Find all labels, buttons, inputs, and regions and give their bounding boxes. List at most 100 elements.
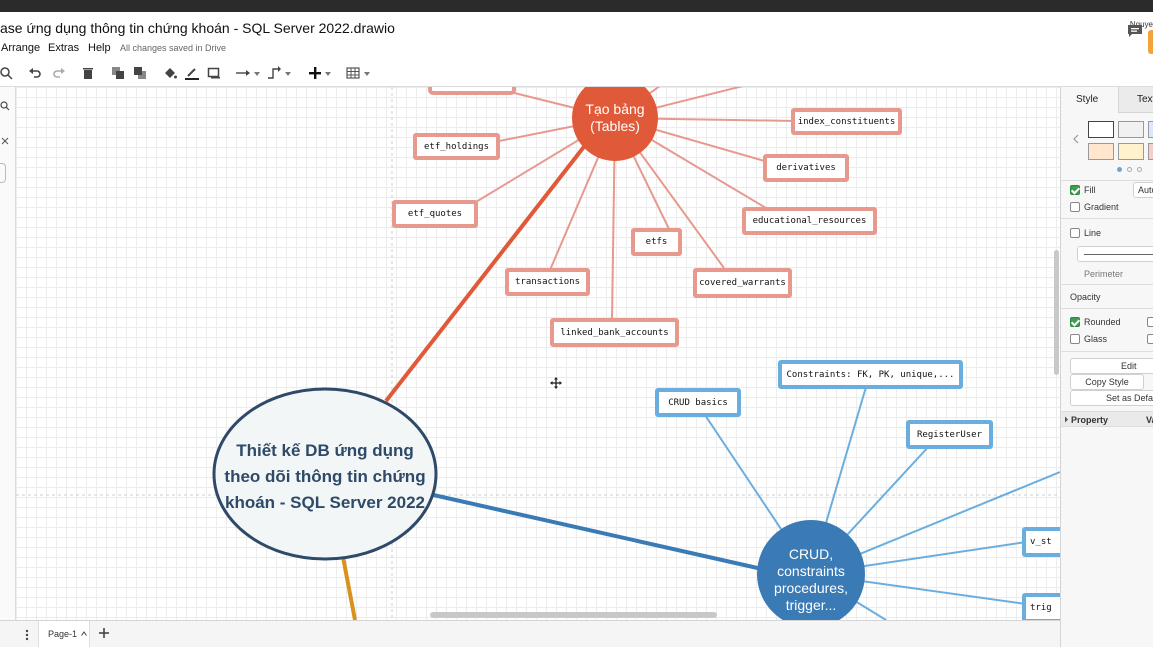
save-status[interactable]: All changes saved in Drive bbox=[120, 43, 226, 53]
crud-hub-line-2: constraints bbox=[777, 563, 845, 579]
chevron-left-icon[interactable] bbox=[1073, 134, 1079, 144]
shape-preview[interactable] bbox=[0, 163, 6, 183]
table-node-etf-quotes[interactable]: etf_quotes bbox=[392, 200, 478, 228]
set-as-default-button[interactable]: Set as Defau bbox=[1070, 390, 1153, 406]
branch-crud bbox=[428, 492, 763, 571]
add-page-icon[interactable] bbox=[98, 627, 110, 639]
table-node-transactions[interactable]: transactions bbox=[505, 268, 590, 296]
style-swatch-red[interactable] bbox=[1148, 143, 1153, 160]
tables-hub-line-1: Tạo bảng bbox=[585, 101, 645, 117]
page-tab-label: Page-1 bbox=[48, 629, 78, 639]
style-swatch-orange[interactable] bbox=[1088, 143, 1114, 160]
swatch-page-dot-2[interactable] bbox=[1127, 167, 1132, 172]
table-node-derivatives[interactable]: derivatives bbox=[763, 154, 849, 182]
close-icon[interactable] bbox=[1, 137, 9, 145]
property-header[interactable]: Property Va bbox=[1061, 411, 1153, 427]
crud-node-trig[interactable]: trig bbox=[1022, 593, 1060, 620]
tab-text-label: Text bbox=[1137, 94, 1153, 105]
crud-node-constraints[interactable]: Constraints: FK, PK, unique,... bbox=[778, 360, 963, 389]
pages-menu-icon[interactable] bbox=[24, 629, 30, 641]
menu-extras[interactable]: Extras bbox=[48, 42, 79, 54]
copy-style-button[interactable]: Copy Style bbox=[1070, 374, 1144, 390]
waypoints-icon[interactable] bbox=[267, 66, 281, 80]
crud-node-v-st[interactable]: v_st bbox=[1022, 527, 1060, 557]
delete-icon[interactable] bbox=[81, 66, 95, 80]
line-label: Line bbox=[1084, 228, 1102, 238]
rounded-label: Rounded bbox=[1084, 317, 1121, 327]
fill-checkbox[interactable] bbox=[1070, 185, 1080, 195]
menu-bar: Arrange Extras Help All changes saved in… bbox=[0, 40, 1060, 58]
crud-hub-label: CRUD, constraints procedures, trigger... bbox=[757, 546, 865, 614]
shapes-sidebar bbox=[0, 87, 16, 620]
table-node-partial[interactable] bbox=[428, 87, 516, 95]
divider bbox=[1061, 180, 1153, 181]
style-swatch-blue[interactable] bbox=[1148, 121, 1153, 138]
vertical-scrollbar[interactable] bbox=[1054, 250, 1059, 375]
table-node-index-constituents[interactable]: index_constituents bbox=[791, 108, 902, 135]
connection-caret-icon[interactable] bbox=[254, 72, 260, 76]
style-swatch-white[interactable] bbox=[1088, 121, 1114, 138]
crud-hub-line-4: trigger... bbox=[785, 597, 837, 613]
comment-icon[interactable] bbox=[1127, 24, 1143, 38]
line-color-icon[interactable] bbox=[185, 66, 199, 80]
edit-style-button[interactable]: Edit bbox=[1070, 358, 1153, 374]
tables-hub-line-2: (Tables) bbox=[590, 118, 640, 134]
style-swatch-yellow[interactable] bbox=[1118, 143, 1144, 160]
line-style-select[interactable] bbox=[1077, 246, 1153, 262]
menu-arrange[interactable]: Arrange bbox=[1, 42, 40, 54]
divider bbox=[1061, 308, 1153, 309]
redo-icon[interactable] bbox=[52, 66, 66, 80]
fill-label: Fill bbox=[1084, 185, 1096, 195]
document-title[interactable]: ase ứng dụng thông tin chứng khoán - SQL… bbox=[0, 20, 395, 36]
search-icon[interactable] bbox=[0, 101, 10, 111]
to-back-icon[interactable] bbox=[133, 66, 147, 80]
divider bbox=[1061, 284, 1153, 285]
line-style-preview bbox=[1084, 253, 1153, 255]
swatch-page-dot-1[interactable] bbox=[1117, 167, 1122, 172]
tab-text[interactable]: Text bbox=[1118, 87, 1153, 113]
value-label: Va bbox=[1146, 415, 1153, 425]
zoom-icon[interactable] bbox=[0, 66, 14, 80]
chevron-up-icon[interactable] bbox=[81, 631, 87, 636]
table-node-educational-resources[interactable]: educational_resources bbox=[742, 207, 877, 235]
insert-caret-icon[interactable] bbox=[325, 72, 331, 76]
insert-plus-icon[interactable] bbox=[308, 66, 322, 80]
crud-node-crud-basics[interactable]: CRUD basics bbox=[655, 388, 741, 417]
central-topic-line-3: khoán - SQL Server 2022 bbox=[224, 493, 425, 512]
tab-style[interactable]: Style bbox=[1061, 87, 1118, 113]
waypoints-caret-icon[interactable] bbox=[285, 72, 291, 76]
to-front-icon[interactable] bbox=[111, 66, 125, 80]
crud-hub-line-1: CRUD, bbox=[788, 546, 834, 562]
style-swatch-gray[interactable] bbox=[1118, 121, 1144, 138]
undo-icon[interactable] bbox=[28, 66, 42, 80]
table-caret-icon[interactable] bbox=[364, 72, 370, 76]
shadow-checkbox[interactable] bbox=[1147, 317, 1153, 327]
table-node-linked-bank-accounts[interactable]: linked_bank_accounts bbox=[550, 318, 679, 347]
page-tab[interactable]: Page-1 bbox=[38, 621, 90, 647]
perimeter-label: Perimeter bbox=[1084, 269, 1124, 279]
rounded-checkbox[interactable] bbox=[1070, 317, 1080, 327]
glass-checkbox[interactable] bbox=[1070, 334, 1080, 344]
glass-label: Glass bbox=[1084, 334, 1108, 344]
expand-icon[interactable] bbox=[1064, 416, 1069, 423]
opacity-label: Opacity bbox=[1070, 292, 1101, 302]
gradient-checkbox[interactable] bbox=[1070, 202, 1080, 212]
menu-help[interactable]: Help bbox=[88, 42, 111, 54]
fill-color-icon[interactable] bbox=[163, 66, 177, 80]
page-bar: Page-1 bbox=[0, 620, 1060, 647]
horizontal-scrollbar[interactable] bbox=[430, 612, 717, 618]
table-node-etf-holdings[interactable]: etf_holdings bbox=[413, 133, 500, 160]
share-button[interactable] bbox=[1148, 30, 1153, 54]
shadow-icon[interactable] bbox=[207, 66, 221, 80]
swatch-page-dot-3[interactable] bbox=[1137, 167, 1142, 172]
connection-icon[interactable] bbox=[236, 66, 250, 80]
table-node-covered-warrants[interactable]: covered_warrants bbox=[693, 268, 792, 298]
line-checkbox[interactable] bbox=[1070, 228, 1080, 238]
fill-select[interactable]: Auto bbox=[1133, 182, 1153, 198]
drawio-app: ase ứng dụng thông tin chứng khoán - SQL… bbox=[0, 0, 1153, 647]
crud-node-registeruser[interactable]: RegisterUser bbox=[906, 420, 993, 449]
diagram-canvas[interactable]: Tạo bảng (Tables) Thiết kế DB ứng dụng t… bbox=[16, 87, 1060, 620]
sketch-checkbox[interactable] bbox=[1147, 334, 1153, 344]
table-icon[interactable] bbox=[346, 66, 360, 80]
table-node-etfs[interactable]: etfs bbox=[631, 228, 682, 256]
